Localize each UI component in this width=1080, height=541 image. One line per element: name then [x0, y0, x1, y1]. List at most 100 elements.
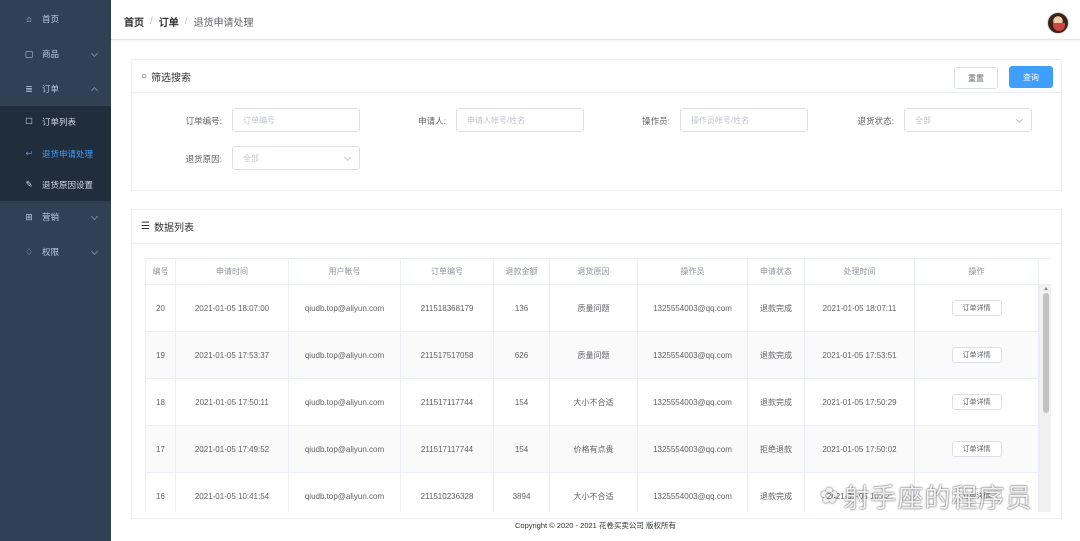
reason-select[interactable]: 全部 [232, 146, 360, 170]
cell-status: 退款完成 [748, 285, 805, 331]
cell-id: 17 [146, 426, 176, 472]
order-detail-button[interactable]: 订单详情 [951, 347, 1002, 363]
order-no-label: 订单编号: [185, 116, 222, 126]
cell-reason: 大小不合适 [550, 379, 638, 425]
order-detail-button[interactable]: 订单详情 [951, 394, 1002, 410]
cell-operator: 1325554003@qq.com [638, 285, 748, 331]
table-row: 19 2021-01-05 17:53:37 qiudb.top@aliyun.co… [146, 332, 1039, 379]
sidebar-item-label: 退货原因设置 [42, 179, 94, 190]
sidebar-item-label: 订单列表 [42, 116, 77, 127]
column-header-user: 用户帐号 [289, 259, 401, 284]
edit-icon: ☐ [25, 116, 33, 126]
cell-amount: 626 [494, 332, 550, 378]
cell-status: 拒绝退款 [748, 426, 805, 472]
table-row: 20 2021-01-05 18:07:00 qiudb.top@aliyun.co… [146, 285, 1039, 332]
sidebar: ⌂ 首页 ▢ 商品 ≣ 订单 ☐ 订单列表 ↩ 退货申请处理 ✎ 退货原因设置 … [0, 0, 111, 541]
data-list-header: ☰ 数据列表 [132, 210, 1061, 244]
cell-operator: 1325554003@qq.com [638, 379, 748, 425]
database-icon: ☰ [141, 221, 150, 232]
cell-reason: 质量问题 [550, 285, 638, 331]
table-row: 18 2021-01-05 17:50:11 qiudb.top@aliyun.co… [146, 379, 1039, 426]
cell-status: 退款完成 [748, 473, 805, 512]
cell-user: qiudb.top@aliyun.com [289, 332, 401, 378]
sidebar-item-label: 首页 [42, 14, 60, 24]
sidebar-item-home[interactable]: ⌂ 首页 [0, 3, 111, 35]
cell-actions: 订单详情 [915, 332, 1039, 378]
order-icon: ≣ [25, 83, 33, 94]
reset-button[interactable]: 重置 [954, 67, 998, 89]
reason-label: 退货原因: [185, 154, 222, 164]
filter-card-header: ○ 筛选搜索 [132, 60, 1061, 93]
cell-id: 20 [146, 285, 176, 331]
scrollbar-thumb[interactable] [1043, 293, 1049, 413]
sidebar-item-order-list[interactable]: ☐ 订单列表 [0, 106, 111, 137]
bell-icon: ♢ [24, 246, 34, 257]
sidebar-item-label: 订单 [42, 84, 60, 94]
status-select-value: 全部 [915, 115, 931, 125]
chevron-up-icon [90, 86, 99, 95]
order-detail-button[interactable]: 订单详情 [951, 300, 1002, 316]
search-button[interactable]: 查询 [1009, 66, 1053, 88]
cell-handle-time: 2021-01-05 17:53:51 [805, 332, 915, 378]
cell-user: qiudb.top@aliyun.com [289, 473, 401, 512]
cell-operator: 1325554003@qq.com [638, 473, 748, 512]
cell-order-no: 211517117744 [401, 426, 494, 472]
footer-copyright: Copyright © 2020 - 2021 花卷买卖公司 版权所有 [515, 521, 676, 530]
sidebar-item-return-reason[interactable]: ✎ 退货原因设置 [0, 169, 111, 200]
search-icon: ○ [141, 70, 148, 82]
cell-id: 16 [146, 473, 176, 512]
home-icon: ⌂ [26, 14, 32, 24]
column-header-operator: 操作员 [638, 259, 748, 284]
operator-label: 操作员: [642, 116, 670, 126]
sidebar-item-marketing[interactable]: ⊞ 营销 [0, 201, 111, 233]
breadcrumb-separator: / [150, 16, 153, 27]
sidebar-item-permission[interactable]: ♢ 权限 [0, 236, 111, 268]
column-header-apply-time: 申请时间 [176, 259, 289, 284]
scroll-up-icon[interactable] [1044, 287, 1048, 290]
cell-user: qiudb.top@aliyun.com [289, 379, 401, 425]
cell-user: qiudb.top@aliyun.com [289, 285, 401, 331]
order-no-placeholder: 订单编号 [243, 115, 275, 125]
sidebar-item-products[interactable]: ▢ 商品 [0, 38, 111, 70]
operator-placeholder: 操作员帐号/姓名 [691, 115, 750, 125]
cell-apply-time: 2021-01-05 17:53:37 [176, 332, 289, 378]
cell-status: 退款完成 [748, 332, 805, 378]
breadcrumb-orders[interactable]: 订单 [159, 14, 179, 29]
applicant-input[interactable]: 申请人帐号/姓名 [456, 108, 584, 132]
operator-input[interactable]: 操作员帐号/姓名 [680, 108, 808, 132]
order-detail-button[interactable]: 订单详情 [951, 441, 1002, 457]
sidebar-item-orders[interactable]: ≣ 订单 [0, 73, 111, 105]
cell-apply-time: 2021-01-05 18:07:00 [176, 285, 289, 331]
cell-handle-time: 2021-01-05 18:07:11 [805, 285, 915, 331]
avatar[interactable] [1047, 12, 1069, 34]
cell-amount: 154 [494, 379, 550, 425]
cell-handle-time: 2021-01-05 17:50:29 [805, 379, 915, 425]
cell-reason: 大小不合适 [550, 473, 638, 512]
order-no-input[interactable]: 订单编号 [232, 108, 360, 132]
breadcrumb-current: 退货申请处理 [193, 18, 254, 29]
sidebar-item-label: 权限 [42, 247, 60, 257]
cell-apply-time: 2021-01-05 17:49:52 [176, 426, 289, 472]
cell-amount: 3894 [494, 473, 550, 512]
column-header-reason: 退货原因 [550, 259, 638, 284]
column-header-id: 编号 [146, 259, 176, 284]
shop-icon: ▢ [24, 48, 34, 59]
breadcrumb-home[interactable]: 首页 [124, 14, 144, 29]
wechat-icon: ✿ [820, 484, 840, 509]
sidebar-item-return-apply[interactable]: ↩ 退货申请处理 [0, 138, 111, 169]
table-row: 17 2021-01-05 17:49:52 qiudb.top@aliyun.co… [146, 426, 1039, 473]
reason-select-value: 全部 [243, 153, 259, 163]
status-label: 退货状态: [857, 116, 894, 126]
cell-actions: 订单详情 [915, 285, 1039, 331]
cell-id: 18 [146, 379, 176, 425]
cell-id: 19 [146, 332, 176, 378]
watermark-text: 射手座的程序员 [843, 484, 1033, 514]
cell-user: qiudb.top@aliyun.com [289, 426, 401, 472]
chevron-down-icon [90, 49, 99, 58]
cell-amount: 136 [494, 285, 550, 331]
cell-apply-time: 2021-01-05 10:41:54 [176, 473, 289, 512]
status-select[interactable]: 全部 [904, 108, 1032, 132]
cell-operator: 1325554003@qq.com [638, 426, 748, 472]
table-header: 编号 申请时间 用户帐号 订单编号 退款金额 退货原因 操作员 申请状态 处理时… [146, 258, 1051, 285]
table-scrollbar[interactable] [1039, 285, 1051, 512]
